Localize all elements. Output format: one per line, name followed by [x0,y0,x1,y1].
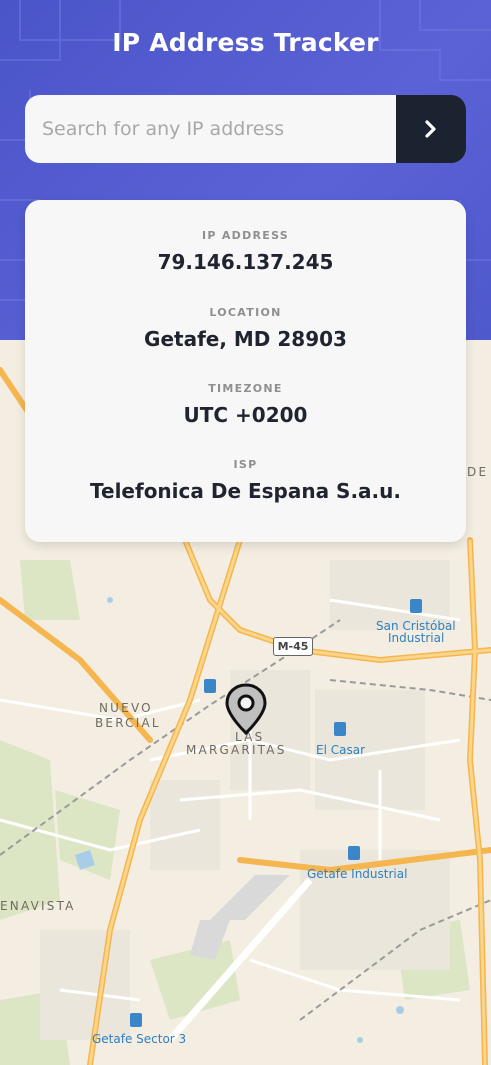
map-label-nuevo: NUEVO [99,701,153,715]
location-label: LOCATION [209,306,282,319]
road-sign-m45: M-45 [273,637,313,656]
map-label-navista: ENAVISTA [0,899,76,913]
timezone-label: TIMEZONE [208,382,283,395]
ip-address-label: IP ADDRESS [201,229,290,242]
app-title: IP Address Tracker [112,28,379,57]
map-label-getafe-industrial: Getafe Industrial [307,867,408,881]
ip-search-input[interactable] [25,95,396,163]
isp-value: Telefonica De Espana S.a.u. [90,479,401,503]
map-label-industrial: Industrial [388,631,445,645]
map-label-de: DE [467,465,489,479]
isp-label: ISP [233,458,258,471]
ip-info-card: IP ADDRESS 79.146.137.245 LOCATION Getaf… [25,200,466,542]
map-label-bercial: BERCIAL [95,716,161,730]
map-label-margaritas: MARGARITAS [186,743,287,757]
location-pin-icon[interactable] [222,682,270,736]
chevron-right-icon [425,120,436,138]
location-section: LOCATION Getafe, MD 28903 [25,306,466,351]
search-bar [25,95,466,163]
map-label-getafe-sector3: Getafe Sector 3 [92,1032,187,1046]
isp-section: ISP Telefonica De Espana S.a.u. [25,458,466,503]
search-submit-button[interactable] [396,95,466,163]
timezone-section: TIMEZONE UTC +0200 [25,382,466,427]
timezone-value: UTC +0200 [183,403,308,427]
ip-address-section: IP ADDRESS 79.146.137.245 [25,229,466,274]
location-value: Getafe, MD 28903 [144,327,347,351]
map-label-el-casar: El Casar [316,743,366,757]
ip-address-value: 79.146.137.245 [157,250,334,274]
